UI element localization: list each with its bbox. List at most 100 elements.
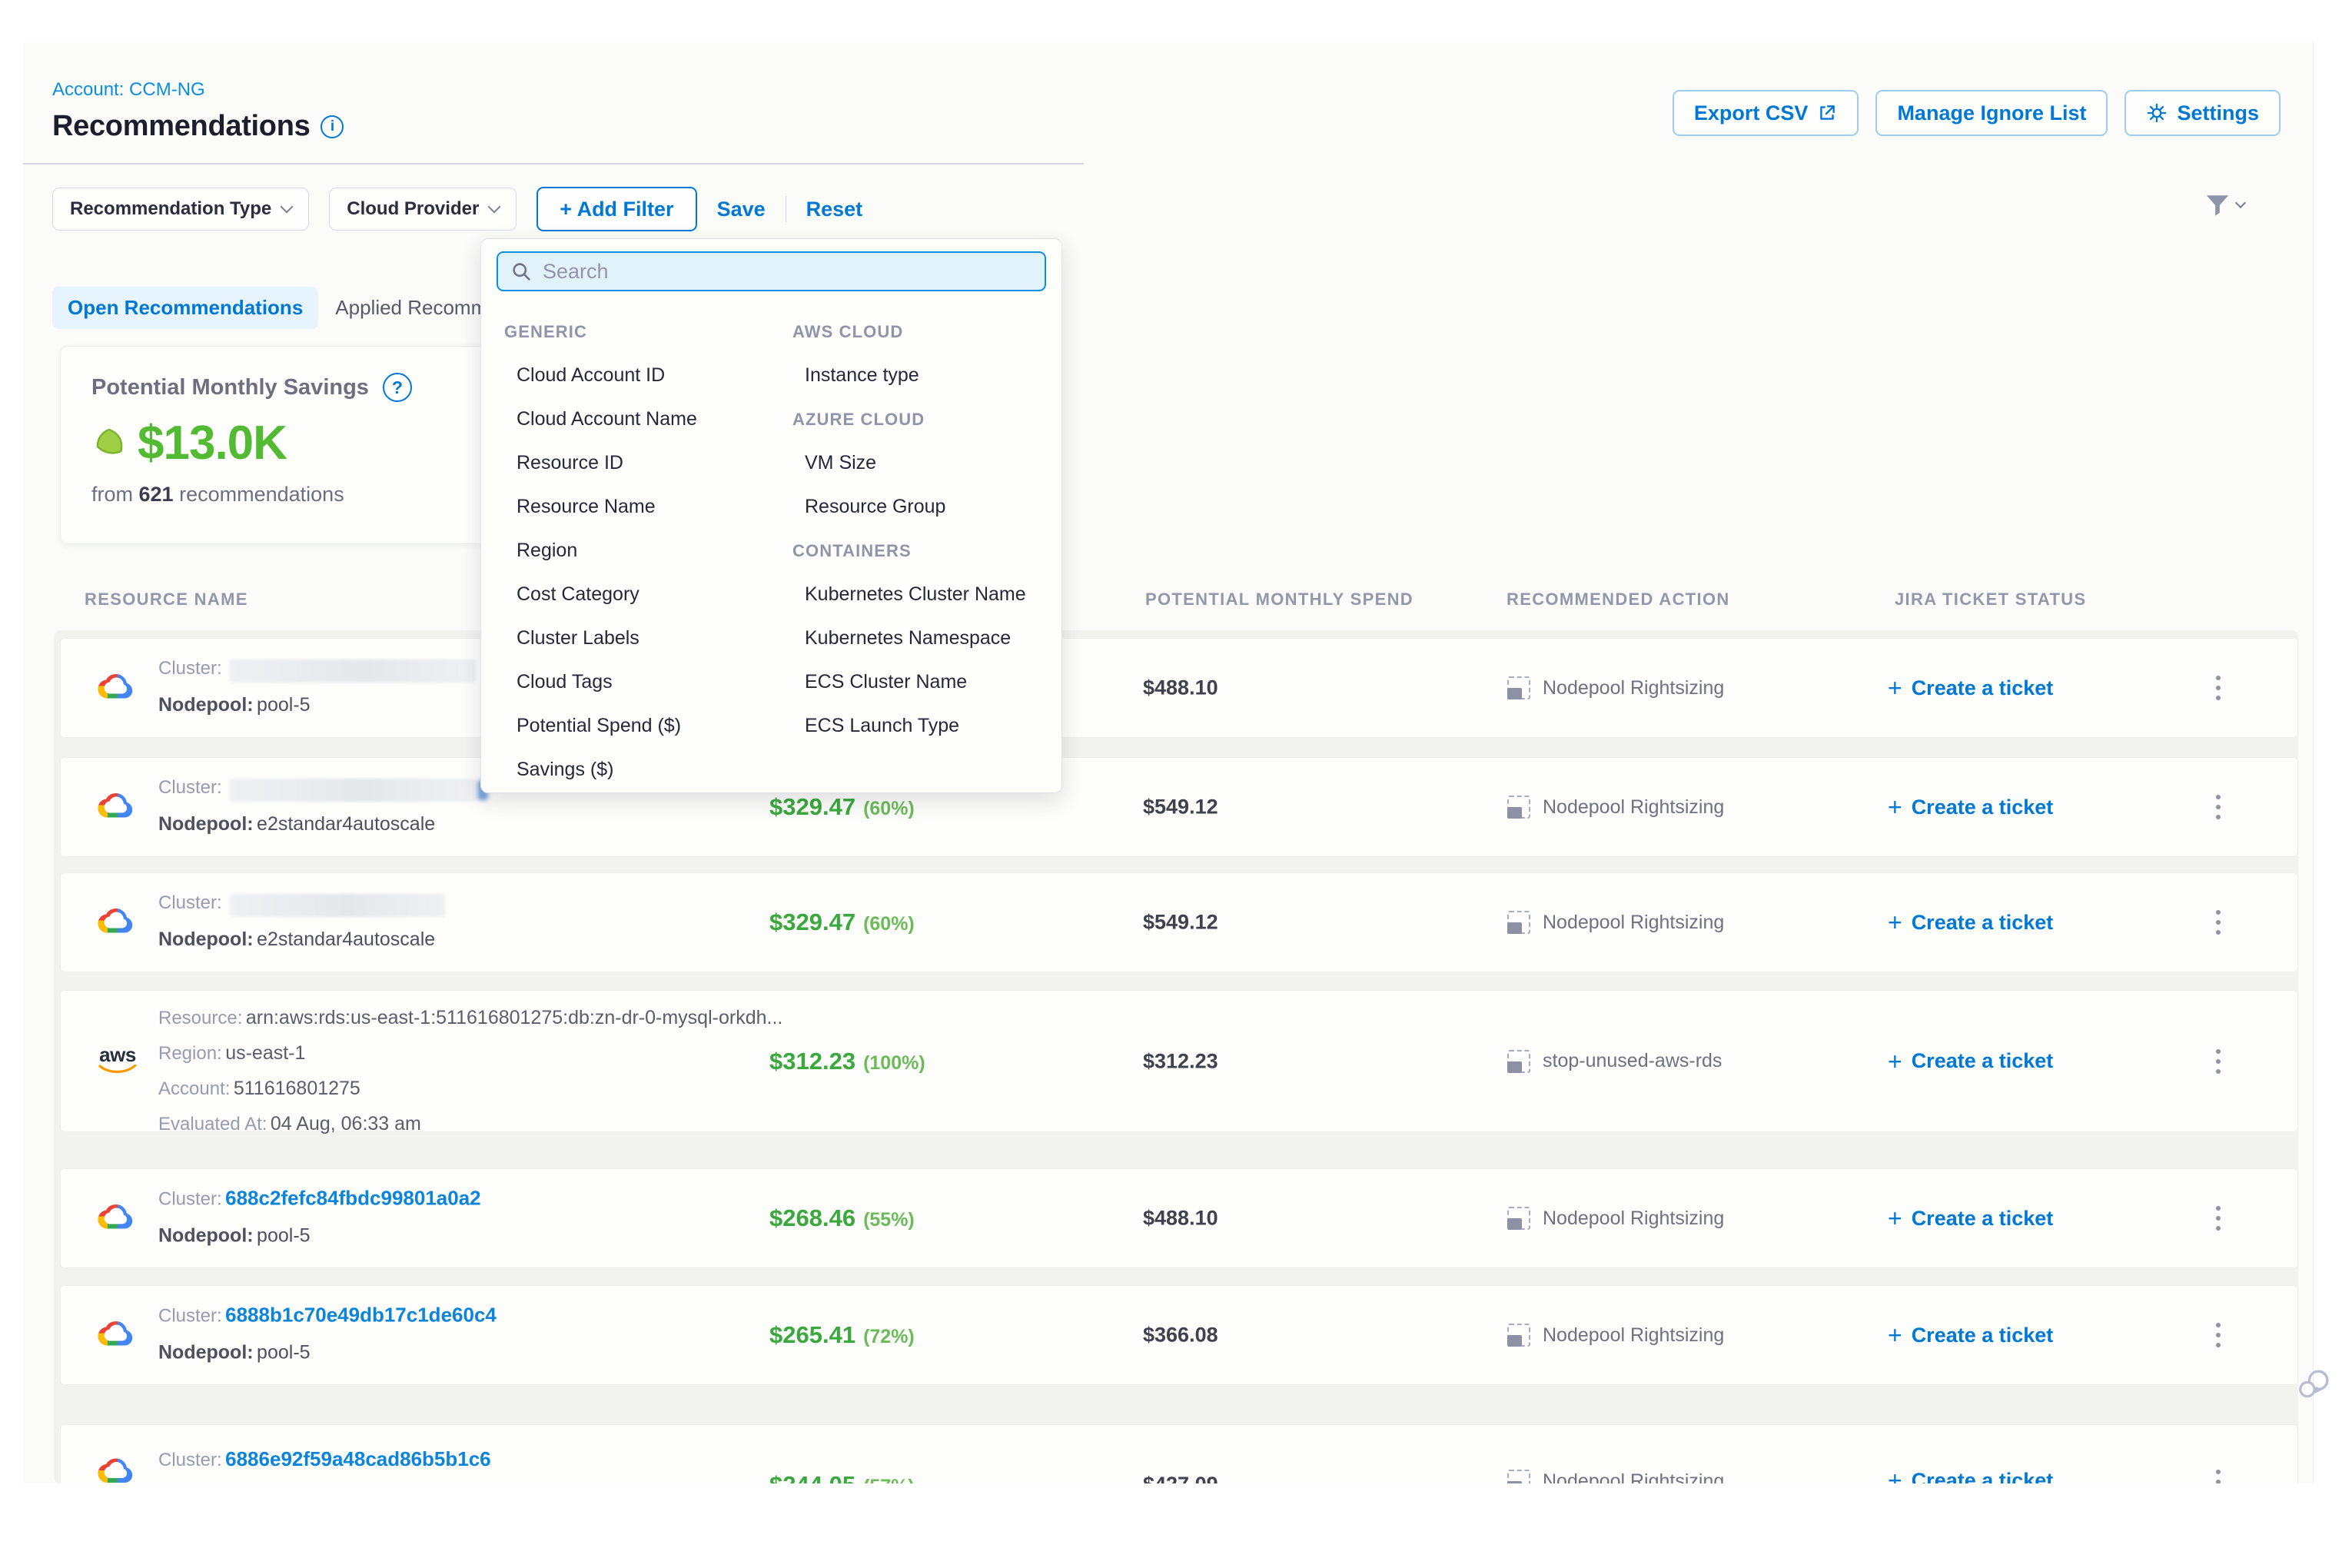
table-row[interactable]: Cluster: 688c2fefc84fbdc99801a0a2 Nodepo… xyxy=(60,1168,2298,1268)
filter-option-resource-name[interactable]: Resource Name xyxy=(497,496,656,518)
account-value: 511616801275 xyxy=(234,1078,360,1099)
chevron-down-icon xyxy=(2235,198,2246,208)
filter-section-generic: GENERIC xyxy=(497,322,587,342)
gcp-icon xyxy=(98,1319,135,1352)
savings-amount: $13.0K xyxy=(138,416,287,470)
row-menu-button[interactable] xyxy=(2211,1465,2225,1483)
cloud-provider-label: Cloud Provider xyxy=(347,198,479,220)
filter-option-savings[interactable]: Savings ($) xyxy=(497,759,613,781)
filter-option-ecs-cluster-name[interactable]: ECS Cluster Name xyxy=(785,671,967,693)
cloud-provider-filter[interactable]: Cloud Provider xyxy=(329,188,517,231)
filter-option-cloud-account-name[interactable]: Cloud Account Name xyxy=(497,408,697,430)
table-row[interactable]: Cluster: Nodepool: e2standar4autoscale $… xyxy=(60,872,2298,972)
support-chat-button[interactable] xyxy=(2294,1364,2334,1408)
filter-search[interactable] xyxy=(497,251,1046,291)
table-row[interactable]: Cluster: 6888b1c70e49db17c1de60c4 Nodepo… xyxy=(60,1285,2298,1385)
nodepool-label: Nodepool: xyxy=(158,929,254,950)
gear-icon xyxy=(2146,102,2168,124)
recommended-action-cell: Nodepool Rightsizing xyxy=(1507,911,1724,934)
recommendation-type-filter[interactable]: Recommendation Type xyxy=(52,188,309,231)
search-icon xyxy=(510,261,532,282)
create-ticket-button[interactable]: +Create a ticket xyxy=(1888,1323,2053,1347)
filter-option-resource-group[interactable]: Resource Group xyxy=(785,496,945,518)
create-ticket-button[interactable]: +Create a ticket xyxy=(1888,1468,2053,1483)
redacted-cluster-name xyxy=(230,894,445,917)
row-menu-button[interactable] xyxy=(2211,790,2225,824)
create-ticket-button[interactable]: +Create a ticket xyxy=(1888,1206,2053,1231)
help-icon[interactable]: ? xyxy=(383,373,412,402)
filter-option-instance-type[interactable]: Instance type xyxy=(785,364,919,387)
savings-cell: $329.47(60%) xyxy=(769,793,915,821)
add-filter-button[interactable]: + Add Filter xyxy=(537,187,696,231)
reset-filter-link[interactable]: Reset xyxy=(806,198,863,221)
savings-cell: $244.05(57%) xyxy=(769,1471,915,1483)
create-ticket-button[interactable]: +Create a ticket xyxy=(1888,910,2053,935)
filter-option-cluster-labels[interactable]: Cluster Labels xyxy=(497,627,639,649)
cluster-link[interactable]: 6886e92f59a48cad86b5b1c6 xyxy=(225,1447,491,1470)
spend-cell: $549.12 xyxy=(1143,911,1218,935)
nodepool-value: pool-5 xyxy=(257,1225,311,1247)
cluster-label: Cluster: xyxy=(158,777,222,798)
rightsizing-icon xyxy=(1507,1470,1530,1483)
row-menu-button[interactable] xyxy=(2211,905,2225,939)
funnel-icon xyxy=(2204,193,2231,218)
row-menu-button[interactable] xyxy=(2211,671,2225,705)
filter-option-region[interactable]: Region xyxy=(497,540,577,562)
row-menu-button[interactable] xyxy=(2211,1201,2225,1235)
savings-cell: $329.47(60%) xyxy=(769,909,915,936)
save-filter-link[interactable]: Save xyxy=(717,198,766,221)
savings-cell: $268.46(55%) xyxy=(769,1204,915,1232)
region-value: us-east-1 xyxy=(225,1042,305,1064)
filter-option-cloud-tags[interactable]: Cloud Tags xyxy=(497,671,613,693)
filter-option-kubernetes-namespace[interactable]: Kubernetes Namespace xyxy=(785,627,1011,649)
table-row[interactable]: aws Resource: arn:aws:rds:us-east-1:5116… xyxy=(60,990,2298,1132)
nodepool-label: Nodepool: xyxy=(158,1225,254,1247)
spend-cell: $427.09 xyxy=(1143,1473,1218,1483)
account-breadcrumb[interactable]: Account: CCM-NG xyxy=(52,79,205,101)
evaluated-at-label: Evaluated At: xyxy=(158,1114,267,1134)
cluster-link[interactable]: 688c2fefc84fbdc99801a0a2 xyxy=(225,1187,480,1210)
recommended-action-cell: Nodepool Rightsizing xyxy=(1507,1207,1724,1230)
resource-label: Resource: xyxy=(158,1008,242,1028)
create-ticket-button[interactable]: +Create a ticket xyxy=(1888,795,2053,819)
nodepool-value: pool-5 xyxy=(257,1342,311,1364)
filter-option-cost-category[interactable]: Cost Category xyxy=(497,583,639,606)
rightsizing-icon xyxy=(1507,911,1530,934)
table-row[interactable]: Cluster: Nodepool: pool-5 $488.10 Nodepo… xyxy=(60,638,2298,738)
cluster-label: Cluster: xyxy=(158,892,222,913)
filter-option-vm-size[interactable]: VM Size xyxy=(785,452,876,474)
filter-search-input[interactable] xyxy=(543,260,1032,284)
recommended-action-cell: Nodepool Rightsizing xyxy=(1507,676,1724,699)
filter-options-grid: GENERIC AWS CLOUD Cloud Account ID Insta… xyxy=(497,310,1046,792)
app-panel: Account: CCM-NG Recommendations i Export… xyxy=(23,42,2314,1483)
settings-button[interactable]: Settings xyxy=(2124,90,2281,136)
export-csv-button[interactable]: Export CSV xyxy=(1673,90,1859,136)
nodepool-label: Nodepool: xyxy=(158,694,254,716)
gcp-icon xyxy=(98,906,135,939)
filter-option-resource-id[interactable]: Resource ID xyxy=(497,452,623,474)
nodepool-label: Nodepool: xyxy=(158,813,254,835)
info-icon[interactable]: i xyxy=(321,115,344,138)
filter-option-potential-spend[interactable]: Potential Spend ($) xyxy=(497,715,681,737)
row-menu-button[interactable] xyxy=(2211,1318,2225,1352)
column-header-recommended-action: RECOMMENDED ACTION xyxy=(1507,590,1730,610)
create-ticket-button[interactable]: +Create a ticket xyxy=(1888,1049,2053,1074)
filter-section-containers: CONTAINERS xyxy=(785,541,912,561)
manage-ignore-list-label: Manage Ignore List xyxy=(1897,101,2086,125)
filter-panel-toggle[interactable] xyxy=(2204,193,2244,218)
filter-option-cloud-account-id[interactable]: Cloud Account ID xyxy=(497,364,665,387)
table-row[interactable]: Cluster: 6886e92f59a48cad86b5b1c6 $244.0… xyxy=(60,1424,2298,1483)
cluster-link[interactable]: 6888b1c70e49db17c1de60c4 xyxy=(225,1304,497,1327)
chevron-down-icon xyxy=(281,201,294,214)
redacted-cluster-name xyxy=(230,779,476,802)
filter-option-kubernetes-cluster-name[interactable]: Kubernetes Cluster Name xyxy=(785,583,1026,606)
create-ticket-button[interactable]: +Create a ticket xyxy=(1888,676,2053,700)
filter-option-ecs-launch-type[interactable]: ECS Launch Type xyxy=(785,715,959,737)
recommended-action-cell: stop-unused-aws-rds xyxy=(1507,1050,1722,1073)
tab-open-recommendations[interactable]: Open Recommendations xyxy=(52,287,318,329)
cluster-label: Cluster: xyxy=(158,658,222,679)
spend-cell: $549.12 xyxy=(1143,796,1218,819)
manage-ignore-list-button[interactable]: Manage Ignore List xyxy=(1875,90,2108,136)
row-menu-button[interactable] xyxy=(2211,1045,2225,1078)
table-row[interactable]: Cluster: Nodepool: e2standar4autoscale $… xyxy=(60,757,2298,857)
